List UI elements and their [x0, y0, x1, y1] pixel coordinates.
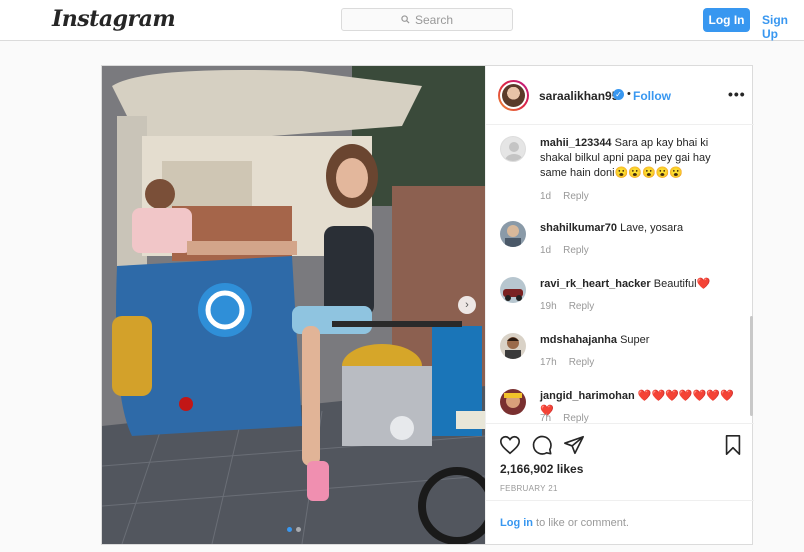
instagram-logo[interactable]: Instagram	[52, 6, 176, 32]
reply-button[interactable]: Reply	[563, 191, 589, 202]
login-prompt-text: to like or comment.	[533, 517, 629, 529]
share-icon[interactable]	[563, 434, 585, 456]
commenter-username[interactable]: mdshahajanha	[540, 334, 617, 346]
like-count[interactable]: 2,166,902 likes	[500, 462, 583, 476]
comments-list[interactable]: mahii_123344 Sara ap kay bhai ki shakal …	[486, 126, 754, 423]
search-input[interactable]: Search	[341, 8, 513, 31]
more-options-icon[interactable]: •••	[728, 86, 746, 102]
comment-meta: 1d Reply	[540, 191, 589, 202]
comment-icon[interactable]	[531, 434, 553, 456]
search-placeholder: Search	[414, 12, 454, 27]
commenter-avatar[interactable]	[500, 389, 526, 415]
top-navigation-bar: Instagram Search Log In Sign Up	[0, 0, 804, 41]
commenter-username[interactable]: ravi_rk_heart_hacker	[540, 278, 651, 290]
comment-text: Beautiful❤️	[650, 278, 711, 290]
reply-button[interactable]: Reply	[563, 413, 589, 423]
commenter-avatar[interactable]	[500, 221, 526, 247]
commenter-username[interactable]: mahii_123344	[540, 137, 612, 149]
comment-time: 1d	[540, 245, 552, 256]
comment-time: 1d	[540, 191, 552, 202]
comment-meta: 7h Reply	[540, 413, 589, 423]
post-date[interactable]: FEBRUARY 21	[500, 484, 558, 493]
comment-meta: 19h Reply	[540, 301, 594, 312]
commenter-avatar[interactable]	[500, 136, 526, 162]
carousel-dot	[287, 527, 292, 532]
reply-button[interactable]: Reply	[563, 245, 589, 256]
commenter-avatar[interactable]	[500, 333, 526, 359]
verified-badge-icon: ✓	[613, 89, 624, 100]
comment-time: 7h	[540, 413, 552, 423]
comment-text: Lave, yosara	[617, 222, 684, 234]
log-in-link[interactable]: Log in	[500, 517, 533, 529]
reply-button[interactable]: Reply	[569, 357, 595, 368]
search-icon	[401, 15, 410, 24]
carousel-indicator	[287, 527, 301, 532]
carousel-dot	[296, 527, 301, 532]
follow-button[interactable]: Follow	[633, 89, 671, 103]
comment-time: 17h	[540, 357, 557, 368]
post-sidebar: saraalikhan95 ✓ • Follow ••• mahii_12334…	[485, 66, 754, 544]
bookmark-icon[interactable]	[722, 434, 744, 456]
author-username[interactable]: saraalikhan95	[539, 89, 618, 103]
post-card: › saraalikhan95 ✓ • Follow ••• mahii_123…	[101, 65, 754, 545]
author-avatar[interactable]	[498, 80, 529, 111]
next-photo-arrow[interactable]: ›	[458, 296, 476, 314]
post-header: saraalikhan95 ✓ • Follow •••	[486, 66, 754, 125]
post-actions: 2,166,902 likes FEBRUARY 21 Log in to li…	[486, 423, 754, 544]
separator-dot: •	[627, 88, 631, 100]
comment-text: Super	[617, 334, 650, 346]
comment-time: 19h	[540, 301, 557, 312]
heart-icon[interactable]	[499, 434, 521, 456]
commenter-username[interactable]: jangid_harimohan	[540, 390, 635, 402]
sign-up-link[interactable]: Sign Up	[762, 13, 804, 41]
comments-scrollbar[interactable]	[750, 316, 753, 416]
commenter-username[interactable]: shahilkumar70	[540, 222, 617, 234]
comment-meta: 17h Reply	[540, 357, 594, 368]
reply-button[interactable]: Reply	[569, 301, 595, 312]
commenter-avatar[interactable]	[500, 277, 526, 303]
post-photo[interactable]: ›	[102, 66, 485, 544]
log-in-button[interactable]: Log In	[703, 8, 750, 32]
login-prompt: Log in to like or comment.	[486, 500, 754, 545]
comment-meta: 1d Reply	[540, 245, 589, 256]
